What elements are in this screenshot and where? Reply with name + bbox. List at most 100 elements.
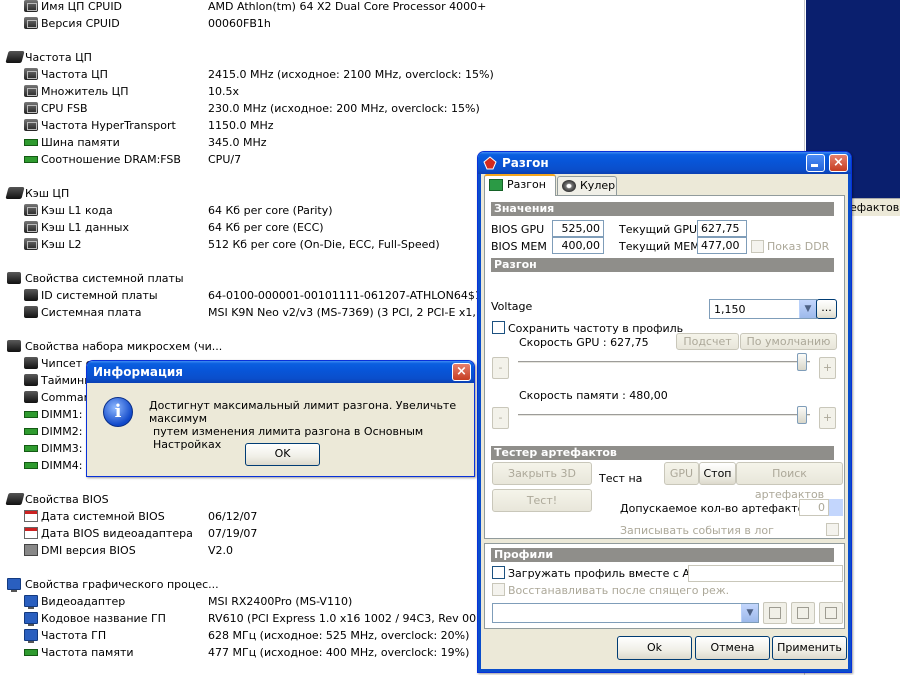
calendar-icon <box>24 527 38 539</box>
allowed-artifacts-spin-icon[interactable] <box>829 499 843 516</box>
gpu-plus-button[interactable]: + <box>819 357 836 379</box>
overclock-body: Разгон Кулер Значения BIOS GPU 525,00 Те… <box>478 174 851 672</box>
folder-icon <box>797 607 809 619</box>
delete-profile-icon-button[interactable] <box>819 602 843 624</box>
current-gpu-label: Текущий GPU <box>619 223 698 236</box>
current-gpu-field[interactable]: 627,75 <box>697 220 747 237</box>
property-row[interactable]: Имя ЦП CPUID AMD Athlon(tm) 64 X2 Dual Co… <box>0 0 805 15</box>
property-name: Частота ЦП <box>25 51 92 64</box>
cpu-chip-icon <box>24 204 38 216</box>
apply-button[interactable]: Применить <box>772 636 847 660</box>
property-row[interactable]: Версия CPUID 00060FB1h <box>0 15 805 32</box>
property-value: 10.5x <box>208 85 240 98</box>
property-row[interactable]: Множитель ЦП 10.5x <box>0 83 805 100</box>
allowed-artifacts-field[interactable]: 0 <box>799 499 829 516</box>
gpu-slider-thumb[interactable] <box>797 353 807 371</box>
memory-icon <box>24 428 38 435</box>
current-mem-field[interactable]: 477,00 <box>697 237 747 254</box>
monitor-icon <box>24 612 38 626</box>
cancel-button[interactable]: Отмена <box>695 636 770 660</box>
save-profile-icon-button[interactable] <box>763 602 787 624</box>
background-strip-text: ефактов <box>850 201 900 214</box>
memory-icon <box>24 445 38 452</box>
gpu-speed-slider[interactable] <box>518 353 810 373</box>
mem-speed-slider[interactable] <box>518 406 810 426</box>
fan-icon <box>562 180 576 192</box>
property-row[interactable]: Частота HyperTransport 1150.0 MHz <box>0 117 805 134</box>
cpu-group-icon <box>5 51 25 63</box>
show-ddr-checkbox[interactable] <box>751 240 764 253</box>
motherboard-icon <box>24 306 38 318</box>
tab-cooler[interactable]: Кулер <box>557 176 617 195</box>
minimize-button[interactable] <box>806 154 825 172</box>
restore-after-sleep-checkbox[interactable] <box>492 583 505 596</box>
log-events-checkbox[interactable] <box>826 523 839 536</box>
chevron-down-icon[interactable]: ▼ <box>799 300 816 318</box>
ok-button[interactable]: Ok <box>617 636 692 660</box>
ati-app-icon <box>483 156 497 170</box>
property-value: RV610 (PCI Express 1.0 x16 1002 / 94C3, … <box>208 612 481 625</box>
current-mem-label: Текущий MEM <box>619 240 700 253</box>
profiles-header: Профили <box>491 548 834 562</box>
motherboard-icon <box>7 340 21 352</box>
save-profile-checkbox[interactable] <box>492 321 505 334</box>
profile-select[interactable]: ▼ <box>492 603 759 623</box>
values-header: Значения <box>491 202 834 216</box>
load-with-att-checkbox[interactable] <box>492 566 505 579</box>
gpu-minus-button[interactable]: - <box>492 357 509 379</box>
property-name: CPU FSB <box>41 102 88 115</box>
gpu-test-button[interactable]: GPU <box>664 462 699 485</box>
voltage-combo[interactable]: 1,150 ▼ <box>709 299 817 319</box>
disk-icon <box>769 607 781 619</box>
property-row[interactable]: Частота ЦП <box>0 49 805 66</box>
property-name: Частота HyperTransport <box>41 119 176 132</box>
open-profile-icon-button[interactable] <box>791 602 815 624</box>
info-dialog-titlebar[interactable]: Информация × <box>87 361 474 383</box>
att-profile-field[interactable] <box>688 565 843 582</box>
tab-overclock[interactable]: Разгон <box>484 174 556 196</box>
voltage-label: Voltage <box>491 300 533 313</box>
property-name: Соотношение DRAM:FSB <box>41 153 181 166</box>
calendar-icon <box>24 510 38 522</box>
property-name: Шина памяти <box>41 136 120 149</box>
close-3d-button[interactable]: Закрыть 3D окно <box>492 462 592 501</box>
overclock-title: Разгон <box>502 156 549 170</box>
mem-plus-button[interactable]: + <box>819 407 836 429</box>
property-name: DMI версия BIOS <box>41 544 136 557</box>
info-ok-button[interactable]: OK <box>245 443 320 466</box>
voltage-more-button[interactable]: ... <box>816 299 837 319</box>
bios-gpu-field[interactable]: 525,00 <box>552 220 604 237</box>
property-row[interactable]: Частота ЦП 2415.0 MHz (исходное: 2100 MHz… <box>0 66 805 83</box>
test-button[interactable]: Тест! <box>492 489 592 512</box>
recalc-button[interactable]: Подсчет <box>676 333 739 350</box>
property-row[interactable]: CPU FSB 230.0 MHz (исходное: 200 MHz, ove… <box>0 100 805 117</box>
cpu-chip-icon <box>24 17 38 29</box>
cpu-chip-icon <box>24 119 38 131</box>
property-name: Дата системной BIOS <box>41 510 165 523</box>
property-name: Кэш L1 данных <box>41 221 129 234</box>
property-name: Частота ГП <box>41 629 107 642</box>
property-name: Кодовое название ГП <box>41 612 166 625</box>
search-artifacts-button[interactable]: Поиск артефактов <box>736 462 843 501</box>
motherboard-icon <box>24 391 38 403</box>
stop-button[interactable]: Стоп <box>699 462 736 485</box>
info-dialog-close-button[interactable]: × <box>452 363 471 381</box>
property-name: Кэш ЦП <box>25 187 70 200</box>
property-value: 1150.0 MHz <box>208 119 274 132</box>
memory-icon <box>24 139 38 146</box>
bios-mem-field[interactable]: 400,00 <box>552 237 604 254</box>
gpu-speed-label: Скорость GPU : 627,75 <box>519 336 649 349</box>
cpu-chip-icon <box>24 85 38 97</box>
property-name: Свойства BIOS <box>25 493 109 506</box>
overclock-close-button[interactable]: × <box>829 154 848 172</box>
mem-minus-button[interactable]: - <box>492 407 509 429</box>
voltage-value: 1,150 <box>714 303 746 316</box>
log-events-label: Записывать события в лог <box>620 524 774 537</box>
property-row[interactable]: Шина памяти 345.0 MHz <box>0 134 805 151</box>
default-button[interactable]: По умолчанию <box>740 333 837 350</box>
overclock-titlebar[interactable]: Разгон × <box>478 152 851 174</box>
artifact-tester-header: Тестер артефактов <box>491 446 834 460</box>
property-name: Имя ЦП CPUID <box>41 0 123 13</box>
chevron-down-icon[interactable]: ▼ <box>741 604 758 622</box>
mem-slider-thumb[interactable] <box>797 406 807 424</box>
